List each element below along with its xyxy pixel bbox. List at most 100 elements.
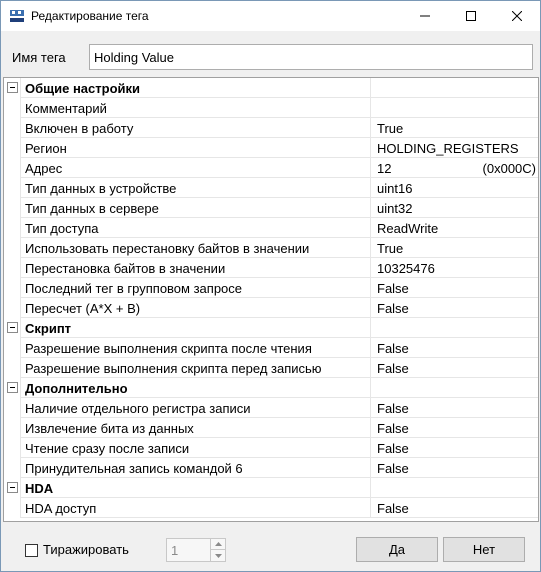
collapse-icon[interactable]	[7, 82, 18, 93]
category-label: Скрипт	[22, 318, 371, 338]
property-row[interactable]: Тип данных в устройстве uint16	[4, 178, 538, 198]
spinner-buttons	[210, 539, 225, 561]
row-gutter	[4, 158, 21, 178]
property-value[interactable]: uint16	[372, 178, 538, 198]
property-row[interactable]: Включен в работу True	[4, 118, 538, 138]
window-title: Редактирование тега	[31, 9, 149, 23]
row-gutter	[4, 178, 21, 198]
row-gutter	[4, 498, 21, 518]
row-gutter	[4, 218, 21, 238]
maximize-button[interactable]	[448, 1, 494, 31]
row-gutter	[4, 358, 21, 378]
property-row[interactable]: Разрешение выполнения скрипта перед запи…	[4, 358, 538, 378]
row-gutter	[4, 318, 21, 338]
property-value[interactable]: 10325476	[372, 258, 538, 278]
row-gutter	[4, 98, 21, 118]
collapse-icon[interactable]	[7, 322, 18, 333]
property-row[interactable]: Принудительная запись командой 6 False	[4, 458, 538, 478]
category-label: Дополнительно	[22, 378, 371, 398]
row-gutter	[4, 278, 21, 298]
category-value	[372, 478, 538, 498]
property-row[interactable]: Комментарий	[4, 98, 538, 118]
spinner-down-button[interactable]	[211, 550, 225, 561]
minimize-button[interactable]	[402, 1, 448, 31]
opc-app-icon	[9, 8, 25, 24]
row-gutter	[4, 138, 21, 158]
row-gutter	[4, 478, 21, 498]
replicate-label[interactable]: Тиражировать	[43, 542, 129, 557]
property-row[interactable]: Последний тег в групповом запросе False	[4, 278, 538, 298]
property-name: Включен в работу	[22, 118, 371, 138]
property-row[interactable]: Адрес (0x000C) 12	[4, 158, 538, 178]
property-value[interactable]: True	[372, 238, 538, 258]
property-value[interactable]: False	[372, 418, 538, 438]
collapse-icon[interactable]	[7, 482, 18, 493]
property-value[interactable]: False	[372, 358, 538, 378]
category-row[interactable]: Дополнительно	[4, 378, 538, 398]
tag-name-input[interactable]: Holding Value	[89, 44, 533, 70]
category-row[interactable]: Скрипт	[4, 318, 538, 338]
minimize-icon	[420, 15, 430, 17]
property-grid-rows: Общие настройки Комментарий Включен в рабо…	[4, 78, 538, 518]
row-gutter	[4, 118, 21, 138]
close-icon	[512, 11, 522, 21]
chevron-up-icon	[214, 542, 222, 546]
property-name: Разрешение выполнения скрипта перед запи…	[22, 358, 371, 378]
property-value[interactable]: False	[372, 498, 538, 518]
chevron-down-icon	[214, 553, 222, 558]
property-value[interactable]	[372, 98, 538, 118]
collapse-icon[interactable]	[7, 382, 18, 393]
property-row[interactable]: Наличие отдельного регистра записи False	[4, 398, 538, 418]
property-name: Принудительная запись командой 6	[22, 458, 371, 478]
category-row[interactable]: Общие настройки	[4, 78, 538, 98]
row-gutter	[4, 78, 21, 98]
property-row[interactable]: Извлечение бита из данных False	[4, 418, 538, 438]
property-row[interactable]: Регион HOLDING_REGISTERS	[4, 138, 538, 158]
property-row[interactable]: Перестановка байтов в значении 10325476	[4, 258, 538, 278]
property-row[interactable]: Тип доступа ReadWrite	[4, 218, 538, 238]
spinner-up-button[interactable]	[211, 539, 225, 550]
property-row[interactable]: HDA доступ False	[4, 498, 538, 518]
replicate-checkbox[interactable]	[25, 544, 38, 557]
property-row[interactable]: Использовать перестановку байтов в значе…	[4, 238, 538, 258]
row-gutter	[4, 198, 21, 218]
property-row[interactable]: Чтение сразу после записи False	[4, 438, 538, 458]
ok-button[interactable]: Да	[356, 537, 438, 562]
property-row[interactable]: Тип данных в сервере uint32	[4, 198, 538, 218]
property-value[interactable]: False	[372, 278, 538, 298]
property-value[interactable]: uint32	[372, 198, 538, 218]
property-row[interactable]: Разрешение выполнения скрипта после чтен…	[4, 338, 538, 358]
property-name: Перестановка байтов в значении	[22, 258, 371, 278]
property-value[interactable]: False	[372, 458, 538, 478]
property-value[interactable]: HOLDING_REGISTERS	[372, 138, 538, 158]
category-label: Общие настройки	[22, 78, 371, 98]
property-name: Наличие отдельного регистра записи	[22, 398, 371, 418]
row-gutter	[4, 458, 21, 478]
property-value[interactable]: False	[372, 438, 538, 458]
tag-name-row: Имя тега Holding Value	[1, 43, 540, 71]
property-row[interactable]: Пересчет (A*X + B) False	[4, 298, 538, 318]
property-value[interactable]: ReadWrite	[372, 218, 538, 238]
close-button[interactable]	[494, 1, 540, 31]
category-row[interactable]: HDA	[4, 478, 538, 498]
property-value[interactable]: False	[372, 398, 538, 418]
property-value[interactable]: False	[372, 298, 538, 318]
maximize-icon	[466, 11, 476, 21]
property-name: Пересчет (A*X + B)	[22, 298, 371, 318]
property-name: Последний тег в групповом запросе	[22, 278, 371, 298]
property-name: Комментарий	[22, 98, 371, 118]
property-value[interactable]: 12	[372, 158, 538, 178]
property-name: Адрес	[22, 158, 371, 178]
property-name: Тип данных в сервере	[22, 198, 371, 218]
row-gutter	[4, 298, 21, 318]
property-value[interactable]: True	[372, 118, 538, 138]
replicate-count-value[interactable]: 1	[171, 543, 178, 558]
property-value[interactable]: False	[372, 338, 538, 358]
row-gutter	[4, 258, 21, 278]
replicate-count-spinner[interactable]: 1	[166, 538, 226, 562]
row-gutter	[4, 398, 21, 418]
row-gutter	[4, 438, 21, 458]
cancel-button[interactable]: Нет	[443, 537, 525, 562]
category-label: HDA	[22, 478, 371, 498]
property-name: Чтение сразу после записи	[22, 438, 371, 458]
